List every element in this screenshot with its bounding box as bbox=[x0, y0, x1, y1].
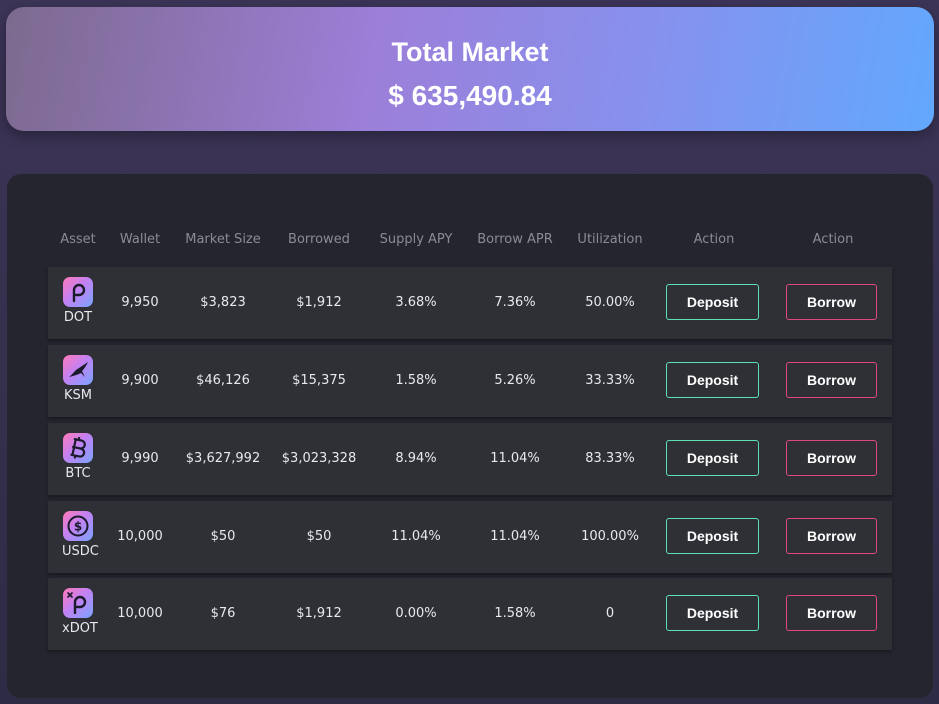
deposit-button[interactable]: Deposit bbox=[666, 595, 759, 631]
column-header-supply-apy: Supply APY bbox=[379, 232, 453, 247]
borrow-apr: 11.04% bbox=[490, 529, 540, 544]
wallet-balance: 9,990 bbox=[121, 451, 159, 466]
table-row: KSM 9,900 $46,126 $15,375 1.58% 5.26% 33… bbox=[48, 345, 892, 417]
deposit-button[interactable]: Deposit bbox=[666, 440, 759, 476]
supply-apy: 0.00% bbox=[395, 606, 437, 621]
asset-symbol: USDC bbox=[62, 544, 99, 559]
asset-cell: xDOT bbox=[62, 588, 98, 636]
deposit-button[interactable]: Deposit bbox=[666, 362, 759, 398]
supply-apy: 3.68% bbox=[395, 295, 437, 310]
borrowed-amount: $3,023,328 bbox=[281, 451, 357, 466]
borrow-button[interactable]: Borrow bbox=[786, 284, 877, 320]
total-market-value: $ 635,490.84 bbox=[388, 80, 552, 111]
utilization: 0 bbox=[605, 606, 615, 621]
polkadot-icon bbox=[63, 277, 93, 307]
column-header-borrowed: Borrowed bbox=[288, 232, 350, 247]
asset-symbol: DOT bbox=[63, 310, 93, 325]
total-market-title: Total Market bbox=[391, 37, 549, 67]
column-header-borrow-apr: Borrow APR bbox=[477, 232, 553, 247]
column-header-asset: Asset bbox=[60, 232, 96, 247]
table-row: $ USDC 10,000 $50 $50 11.04% 11.04% 100.… bbox=[48, 501, 892, 573]
market-size: $3,627,992 bbox=[185, 451, 261, 466]
supply-apy: 8.94% bbox=[395, 451, 437, 466]
kusama-icon bbox=[63, 355, 93, 385]
supply-apy: 11.04% bbox=[391, 529, 441, 544]
borrowed-amount: $1,912 bbox=[296, 606, 342, 621]
asset-symbol: BTC bbox=[65, 466, 91, 481]
borrow-button[interactable]: Borrow bbox=[786, 362, 877, 398]
wallet-balance: 10,000 bbox=[117, 606, 163, 621]
utilization: 33.33% bbox=[585, 373, 635, 388]
borrow-button[interactable]: Borrow bbox=[786, 595, 877, 631]
utilization: 100.00% bbox=[581, 529, 639, 544]
market-size: $46,126 bbox=[196, 373, 250, 388]
column-header-action: Action bbox=[693, 232, 735, 247]
asset-symbol: xDOT bbox=[62, 621, 98, 636]
markets-table: Asset Wallet Market Size Borrowed Supply… bbox=[7, 174, 933, 698]
total-market-banner: Total Market $ 635,490.84 bbox=[6, 7, 934, 131]
column-header-utilization: Utilization bbox=[577, 232, 643, 247]
utilization: 50.00% bbox=[585, 295, 635, 310]
table-row: DOT 9,950 $3,823 $1,912 3.68% 7.36% 50.0… bbox=[48, 267, 892, 339]
table-row: xDOT 10,000 $76 $1,912 0.00% 1.58% 0 Dep… bbox=[48, 578, 892, 650]
asset-cell: $ USDC bbox=[62, 511, 99, 559]
utilization: 83.33% bbox=[585, 451, 635, 466]
deposit-button[interactable]: Deposit bbox=[666, 518, 759, 554]
market-size: $76 bbox=[210, 606, 236, 621]
wallet-balance: 9,950 bbox=[121, 295, 159, 310]
borrow-apr: 5.26% bbox=[494, 373, 536, 388]
asset-cell: DOT bbox=[62, 277, 94, 325]
borrow-apr: 7.36% bbox=[494, 295, 536, 310]
asset-cell: KSM bbox=[62, 355, 94, 403]
wallet-balance: 10,000 bbox=[117, 529, 163, 544]
table-header: Asset Wallet Market Size Borrowed Supply… bbox=[48, 232, 892, 252]
deposit-button[interactable]: Deposit bbox=[666, 284, 759, 320]
xdot-icon bbox=[63, 588, 93, 618]
table-row: BTC 9,990 $3,627,992 $3,023,328 8.94% 11… bbox=[48, 423, 892, 495]
borrow-button[interactable]: Borrow bbox=[786, 440, 877, 476]
market-size: $3,823 bbox=[200, 295, 246, 310]
borrowed-amount: $15,375 bbox=[292, 373, 346, 388]
borrowed-amount: $1,912 bbox=[296, 295, 342, 310]
supply-apy: 1.58% bbox=[395, 373, 437, 388]
borrow-apr: 1.58% bbox=[494, 606, 536, 621]
borrow-apr: 11.04% bbox=[490, 451, 540, 466]
column-header-wallet: Wallet bbox=[119, 232, 161, 247]
asset-cell: BTC bbox=[62, 433, 94, 481]
borrow-button[interactable]: Borrow bbox=[786, 518, 877, 554]
borrowed-amount: $50 bbox=[306, 529, 332, 544]
usdc-icon: $ bbox=[63, 511, 93, 541]
wallet-balance: 9,900 bbox=[121, 373, 159, 388]
market-size: $50 bbox=[210, 529, 236, 544]
column-header-action: Action bbox=[812, 232, 854, 247]
bitcoin-icon bbox=[63, 433, 93, 463]
asset-symbol: KSM bbox=[64, 388, 92, 403]
page: Total Market $ 635,490.84 Asset Wallet M… bbox=[0, 0, 939, 704]
column-header-market-size: Market Size bbox=[185, 232, 261, 247]
svg-text:$: $ bbox=[74, 520, 82, 534]
